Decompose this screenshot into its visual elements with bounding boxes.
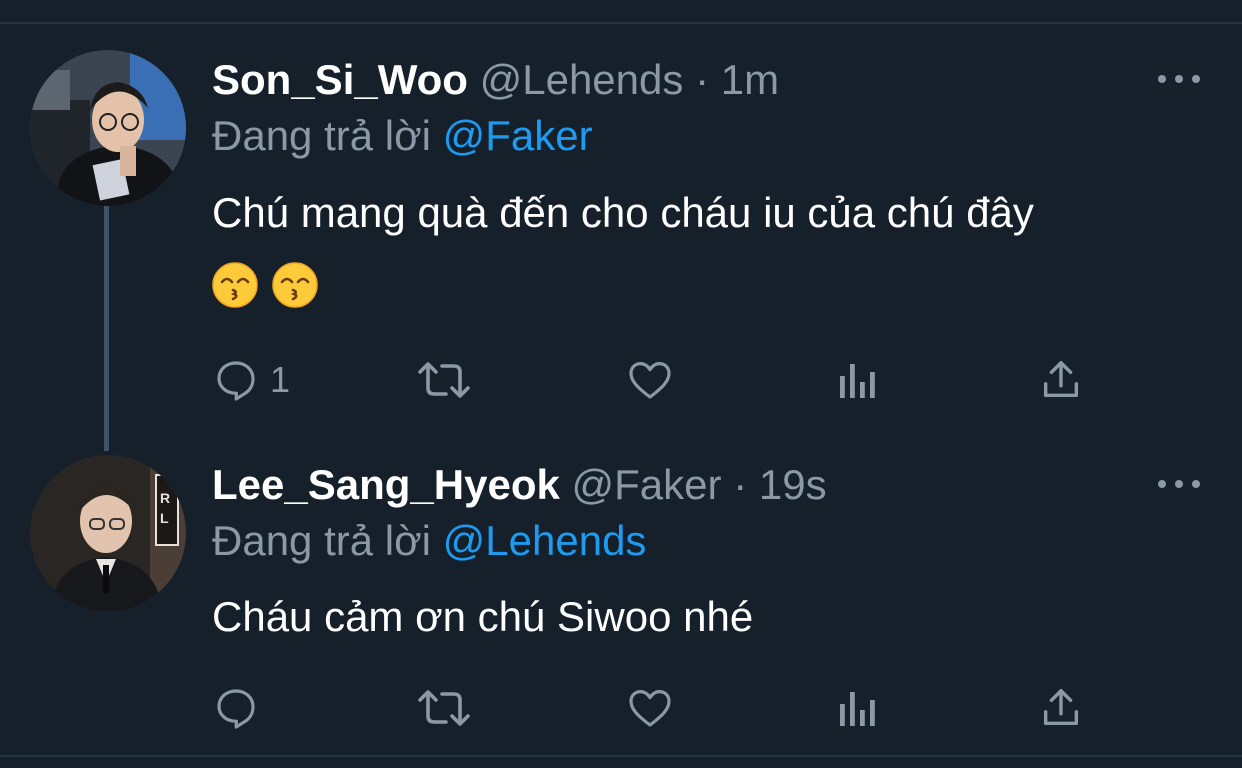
retweet-icon	[418, 362, 470, 398]
mention-link[interactable]: @Lehends	[443, 517, 647, 564]
tweet-2-actions	[212, 683, 1092, 733]
replying-to-label: Đang trả lời	[212, 112, 431, 159]
replying-to-label: Đang trả lời	[212, 517, 431, 564]
share-icon	[1043, 361, 1079, 398]
tweet-1-header: Son_Si_Woo @Lehends · 1m	[212, 54, 779, 106]
emoji-row	[212, 262, 318, 308]
analytics-icon	[840, 364, 875, 398]
share-button[interactable]	[1038, 355, 1084, 405]
more-icon	[1158, 75, 1166, 83]
timestamp[interactable]: 1m	[721, 56, 779, 103]
reply-button[interactable]	[212, 683, 270, 733]
analytics-icon	[840, 692, 875, 726]
thread-connector	[104, 206, 109, 451]
retweet-button[interactable]	[416, 355, 472, 405]
reply-icon	[217, 361, 255, 401]
timestamp[interactable]: 19s	[759, 461, 827, 508]
separator: ·	[695, 56, 710, 103]
heart-icon	[629, 690, 671, 727]
tweet-text: Cháu cảm ơn chú Siwoo nhé	[212, 593, 754, 640]
bottom-divider	[0, 755, 1242, 757]
retweet-button[interactable]	[416, 683, 472, 733]
share-icon	[1043, 689, 1079, 726]
more-icon	[1158, 480, 1166, 488]
display-name[interactable]: Son_Si_Woo	[212, 56, 468, 103]
tweet-text: Chú mang quà đến cho cháu iu của chú đây	[212, 189, 1034, 236]
reply-icon	[217, 689, 255, 729]
handle[interactable]: @Lehends	[480, 56, 684, 103]
like-button[interactable]	[626, 683, 674, 733]
like-button[interactable]	[626, 355, 674, 405]
reply-count: 1	[270, 359, 291, 400]
replying-to: Đang trả lời @Faker	[212, 110, 593, 162]
display-name[interactable]: Lee_Sang_Hyeok	[212, 461, 560, 508]
separator: ·	[733, 461, 748, 508]
tweet-2-header: Lee_Sang_Hyeok @Faker · 19s	[212, 459, 827, 511]
analytics-button[interactable]	[836, 355, 880, 405]
avatar-son-si-woo[interactable]	[30, 50, 186, 206]
handle[interactable]: @Faker	[572, 461, 722, 508]
kissing-face-smiling-eyes-icon	[272, 262, 318, 308]
avatar-lee-sang-hyeok[interactable]: R L	[30, 455, 186, 611]
mention-link[interactable]: @Faker	[443, 112, 593, 159]
heart-icon	[629, 362, 671, 399]
svg-text:L: L	[160, 510, 169, 526]
reply-button[interactable]: 1	[212, 355, 290, 405]
svg-text:R: R	[160, 490, 170, 506]
analytics-button[interactable]	[836, 683, 880, 733]
more-options-button[interactable]	[1158, 477, 1200, 491]
tweet-thread: Son_Si_Woo @Lehends · 1m Đang trả lời @F…	[0, 0, 1242, 768]
share-button[interactable]	[1038, 683, 1084, 733]
replying-to: Đang trả lời @Lehends	[212, 515, 646, 567]
tweet-1-actions: 1	[212, 355, 1092, 405]
more-options-button[interactable]	[1158, 72, 1200, 86]
kissing-face-smiling-eyes-icon	[212, 262, 258, 308]
retweet-icon	[418, 690, 470, 726]
top-divider	[0, 22, 1242, 24]
